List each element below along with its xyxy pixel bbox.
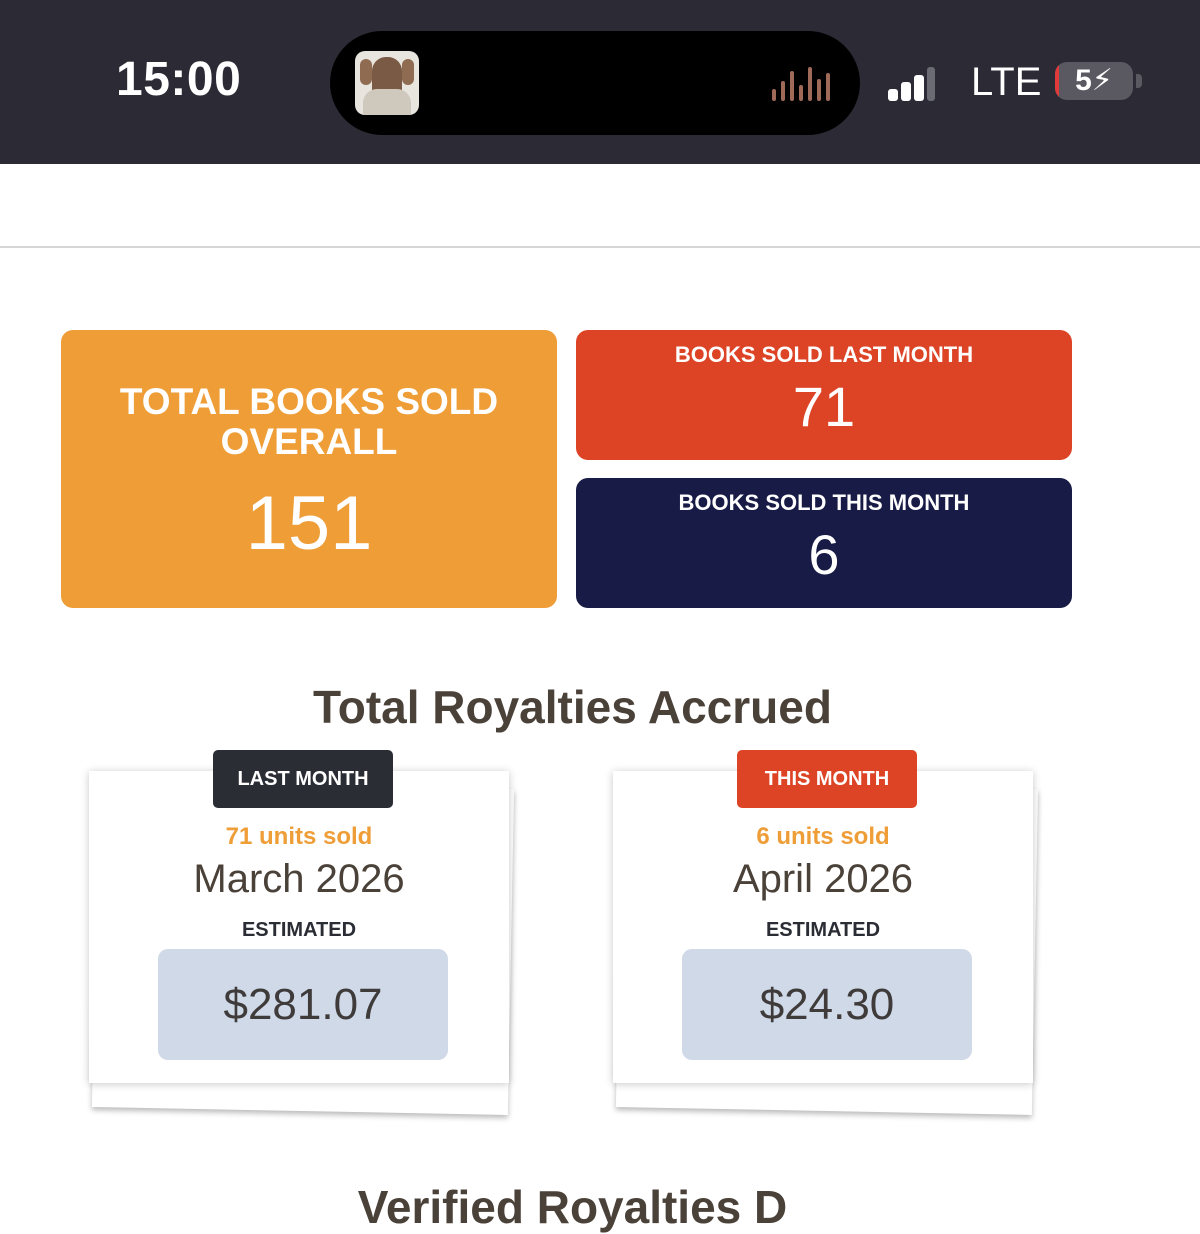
waveform-bar	[781, 81, 785, 101]
total-books-sold-card: TOTAL BOOKS SOLD OVERALL 151	[61, 330, 557, 608]
header-divider	[0, 246, 1200, 248]
books-sold-last-month-card: BOOKS SOLD LAST MONTH 71	[576, 330, 1072, 460]
battery-charging-icon: 5⚡	[1055, 62, 1133, 100]
royalty-card-this-month: THIS MONTH 6 units sold April 2026 ESTIM…	[613, 750, 1043, 1116]
waveform-bar	[772, 89, 776, 101]
paper-sheet: LAST MONTH 71 units sold March 2026 ESTI…	[89, 750, 509, 1083]
estimated-label: ESTIMATED	[241, 919, 357, 941]
units-sold-label: 71 units sold	[225, 823, 373, 850]
signal-strength-icon	[888, 67, 936, 101]
books-sold-last-month-value: 71	[792, 375, 856, 438]
paper-sheet: THIS MONTH 6 units sold April 2026 ESTIM…	[613, 750, 1033, 1083]
estimated-label: ESTIMATED	[765, 919, 881, 941]
battery-terminal	[1136, 74, 1142, 88]
books-sold-this-month-card: BOOKS SOLD THIS MONTH 6	[576, 478, 1072, 608]
waveform-bar	[808, 67, 812, 101]
books-sold-last-month-title: BOOKS SOLD LAST MONTH	[674, 342, 974, 367]
waveform-bar	[790, 71, 794, 101]
status-time: 15:00	[116, 53, 242, 106]
artwork-coat	[363, 89, 411, 115]
royalty-amount: $281.07	[158, 949, 448, 1060]
books-sold-this-month-title: BOOKS SOLD THIS MONTH	[678, 490, 970, 515]
next-section-title: Verified Royalties D	[357, 1181, 788, 1233]
royalties-section-title: Total Royalties Accrued	[313, 681, 832, 733]
royalty-amount: $24.30	[682, 949, 972, 1060]
now-playing-artwork[interactable]	[355, 51, 419, 115]
signal-bar	[914, 75, 924, 101]
network-type: LTE	[971, 60, 1042, 104]
royalty-card-last-month: LAST MONTH 71 units sold March 2026 ESTI…	[89, 750, 519, 1116]
total-books-sold-value: 151	[245, 481, 373, 566]
units-sold-label: 6 units sold	[756, 823, 890, 850]
waveform-bar	[826, 73, 830, 101]
royalty-month: March 2026	[193, 857, 405, 901]
last-month-badge: LAST MONTH	[213, 750, 393, 808]
this-month-badge: THIS MONTH	[737, 750, 917, 808]
signal-bar	[888, 89, 898, 101]
status-bar: 15:00 LTE 5⚡	[0, 0, 1200, 164]
signal-bar	[927, 67, 935, 101]
signal-bar	[901, 82, 911, 101]
artwork-hand-right	[402, 59, 414, 85]
books-sold-this-month-value: 6	[808, 523, 840, 586]
total-books-sold-title: TOTAL BOOKS SOLD OVERALL	[119, 381, 499, 462]
waveform-bar	[817, 79, 821, 101]
battery-label: 5⚡	[1075, 64, 1113, 97]
dynamic-island[interactable]	[330, 31, 860, 135]
royalty-month: April 2026	[732, 857, 914, 901]
waveform-bar	[799, 85, 803, 101]
artwork-hand-left	[360, 59, 372, 85]
